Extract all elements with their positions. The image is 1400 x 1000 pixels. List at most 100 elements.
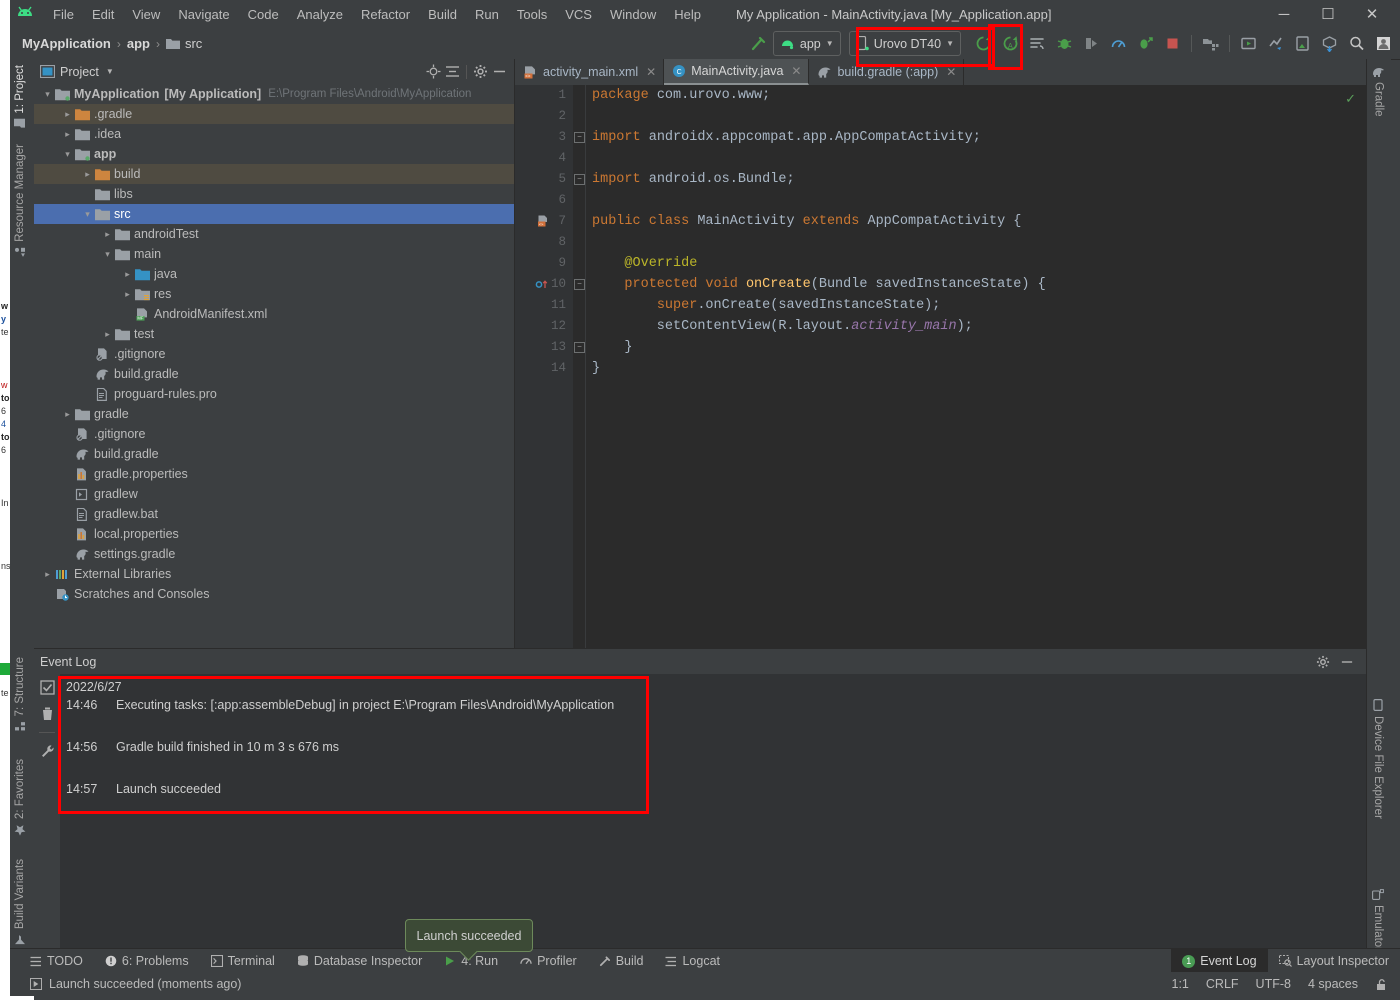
layout-inspector-icon[interactable] (1317, 32, 1342, 56)
code-line[interactable] (592, 190, 1366, 211)
menu-tools[interactable]: Tools (508, 4, 556, 25)
breadcrumb-src[interactable]: src (185, 36, 202, 51)
profiler-icon[interactable] (1106, 32, 1131, 56)
tree-item-gradle-properties[interactable]: gradle.properties (34, 464, 514, 484)
sidebar-item-resource-manager[interactable]: Resource Manager (14, 144, 26, 257)
run-configuration-selector[interactable]: app ▼ (772, 31, 841, 56)
tree-item-test[interactable]: ▸ test (34, 324, 514, 344)
code-editor[interactable]: 1 2 3 4 5 6 7 <> 8 9 10 11 12 13 14 − − − − package com.u… (515, 85, 1366, 648)
chevron-down-icon[interactable]: ▾ (102, 249, 113, 260)
bottom-item-problems[interactable]: 6: Problems (94, 949, 200, 973)
editor-fold-column[interactable]: − − − − (573, 85, 586, 648)
mark-read-icon[interactable] (39, 680, 55, 695)
menu-view[interactable]: View (123, 4, 169, 25)
code-line[interactable]: setContentView(R.layout.activity_main); (592, 316, 1366, 337)
event-log-entry[interactable]: 14:56 Gradle build finished in 10 m 3 s … (66, 740, 1366, 782)
tree-item--gitignore[interactable]: .gitignore (34, 424, 514, 444)
sdk-manager-icon[interactable] (1198, 32, 1223, 56)
chevron-right-icon[interactable]: ▸ (122, 269, 133, 280)
editor-gutter[interactable]: 1 2 3 4 5 6 7 <> 8 9 10 11 12 13 14 (515, 85, 573, 648)
locate-icon[interactable] (426, 64, 441, 79)
line-separator[interactable]: CRLF (1206, 977, 1239, 991)
tree-item-external-libraries[interactable]: ▸ External Libraries (34, 564, 514, 584)
chevron-down-icon[interactable]: ▾ (42, 89, 53, 100)
attach-debugger-icon[interactable] (1079, 32, 1104, 56)
bottom-item-layout-inspector[interactable]: Layout Inspector (1268, 949, 1400, 973)
chevron-right-icon[interactable]: ▸ (102, 329, 113, 340)
tree-item--gradle[interactable]: ▸ .gradle (34, 104, 514, 124)
chevron-right-icon[interactable]: ▸ (82, 169, 93, 180)
close-icon[interactable]: ✕ (791, 64, 801, 78)
code-line[interactable] (592, 106, 1366, 127)
fold-end-icon[interactable]: − (574, 342, 585, 353)
bottom-item-todo[interactable]: TODO (10, 949, 94, 973)
bottom-item-terminal[interactable]: Terminal (200, 949, 286, 973)
tree-item-res[interactable]: ▸ res (34, 284, 514, 304)
sidebar-item-favorites[interactable]: 2: Favorites (14, 759, 26, 836)
fold-collapse-icon[interactable]: − (574, 132, 585, 143)
sidebar-item-build-variants[interactable]: Build Variants (14, 859, 26, 945)
avatar-icon[interactable] (1371, 32, 1396, 56)
menu-help[interactable]: Help (665, 4, 710, 25)
hide-panel-icon[interactable] (492, 64, 507, 79)
sidebar-item-gradle[interactable]: Gradle (1372, 67, 1385, 117)
breadcrumb-project[interactable]: MyApplication (22, 36, 111, 51)
project-scope-chevron-icon[interactable]: ▼ (106, 67, 114, 76)
override-marker-icon[interactable] (535, 278, 550, 291)
gear-icon[interactable] (1316, 655, 1330, 669)
caret-position[interactable]: 1:1 (1172, 977, 1189, 991)
tree-item-libs[interactable]: libs (34, 184, 514, 204)
menu-build[interactable]: Build (419, 4, 466, 25)
chevron-right-icon[interactable]: ▸ (62, 409, 73, 420)
chevron-right-icon[interactable]: ▸ (42, 569, 53, 580)
code-line[interactable]: protected void onCreate(Bundle savedInst… (592, 274, 1366, 295)
sidebar-item-device-file-explorer[interactable]: Device File Explorer (1372, 699, 1384, 819)
maximize-button[interactable]: ☐ (1306, 0, 1350, 28)
event-log-entry[interactable]: 14:46 Executing tasks: [:app:assembleDeb… (66, 698, 1366, 740)
tree-item-build-gradle[interactable]: build.gradle (34, 444, 514, 464)
sidebar-item-structure[interactable]: 7: Structure (14, 657, 26, 731)
menu-file[interactable]: File (44, 4, 83, 25)
tree-item--gitignore[interactable]: .gitignore (34, 344, 514, 364)
tree-item-myapplication[interactable]: ▾ MyApplication [My Application] E:\Program… (34, 84, 514, 104)
chevron-down-icon[interactable]: ▾ (82, 209, 93, 220)
tree-item--idea[interactable]: ▸ .idea (34, 124, 514, 144)
hide-icon[interactable] (1340, 655, 1354, 669)
project-tree[interactable]: ▾ MyApplication [My Application] E:\Program… (34, 84, 514, 648)
menu-vcs[interactable]: VCS (556, 4, 601, 25)
device-file-explorer-icon[interactable] (1290, 32, 1315, 56)
chevron-right-icon[interactable]: ▸ (62, 109, 73, 120)
tree-item-app[interactable]: ▾ app (34, 144, 514, 164)
menu-analyze[interactable]: Analyze (288, 4, 352, 25)
tree-item-gradlew[interactable]: gradlew (34, 484, 514, 504)
sidebar-item-project[interactable]: 1: Project (14, 65, 26, 129)
fold-collapse-icon[interactable]: − (574, 279, 585, 290)
class-marker-icon[interactable]: <> (537, 215, 550, 228)
tree-item-gradlew-bat[interactable]: gradlew.bat (34, 504, 514, 524)
menu-code[interactable]: Code (239, 4, 288, 25)
code-line[interactable] (592, 148, 1366, 169)
device-selector[interactable]: Urovo DT40 ▼ (848, 31, 961, 56)
code-line[interactable]: @Override (592, 253, 1366, 274)
code-line[interactable]: import android.os.Bundle; (592, 169, 1366, 190)
close-button[interactable]: ✕ (1350, 0, 1394, 28)
tree-item-main[interactable]: ▾ main (34, 244, 514, 264)
breadcrumb-module[interactable]: app (127, 36, 150, 51)
bottom-item-logcat[interactable]: Logcat (654, 949, 731, 973)
tree-item-build-gradle[interactable]: build.gradle (34, 364, 514, 384)
editor-tab-activity-main-xml[interactable]: <> activity_main.xml ✕ (515, 59, 665, 85)
run-with-coverage-icon[interactable]: A (998, 32, 1023, 56)
code-line[interactable]: super.onCreate(savedInstanceState); (592, 295, 1366, 316)
code-line[interactable]: import androidx.appcompat.app.AppCompatA… (592, 127, 1366, 148)
tree-item-settings-gradle[interactable]: settings.gradle (34, 544, 514, 564)
debug-icon[interactable] (1052, 32, 1077, 56)
tree-item-java[interactable]: ▸ java (34, 264, 514, 284)
menu-window[interactable]: Window (601, 4, 665, 25)
chevron-down-icon[interactable]: ▾ (62, 149, 73, 160)
chevron-right-icon[interactable]: ▸ (122, 289, 133, 300)
editor-code-column[interactable]: package com.urovo.www; import androidx.a… (586, 85, 1366, 648)
sync-gradle-icon[interactable] (1263, 32, 1288, 56)
bottom-item-event-log[interactable]: 1 Event Log (1171, 949, 1268, 973)
editor-vertical-scrollbar[interactable] (1354, 85, 1366, 648)
code-line[interactable]: public class MainActivity extends AppCom… (592, 211, 1366, 232)
